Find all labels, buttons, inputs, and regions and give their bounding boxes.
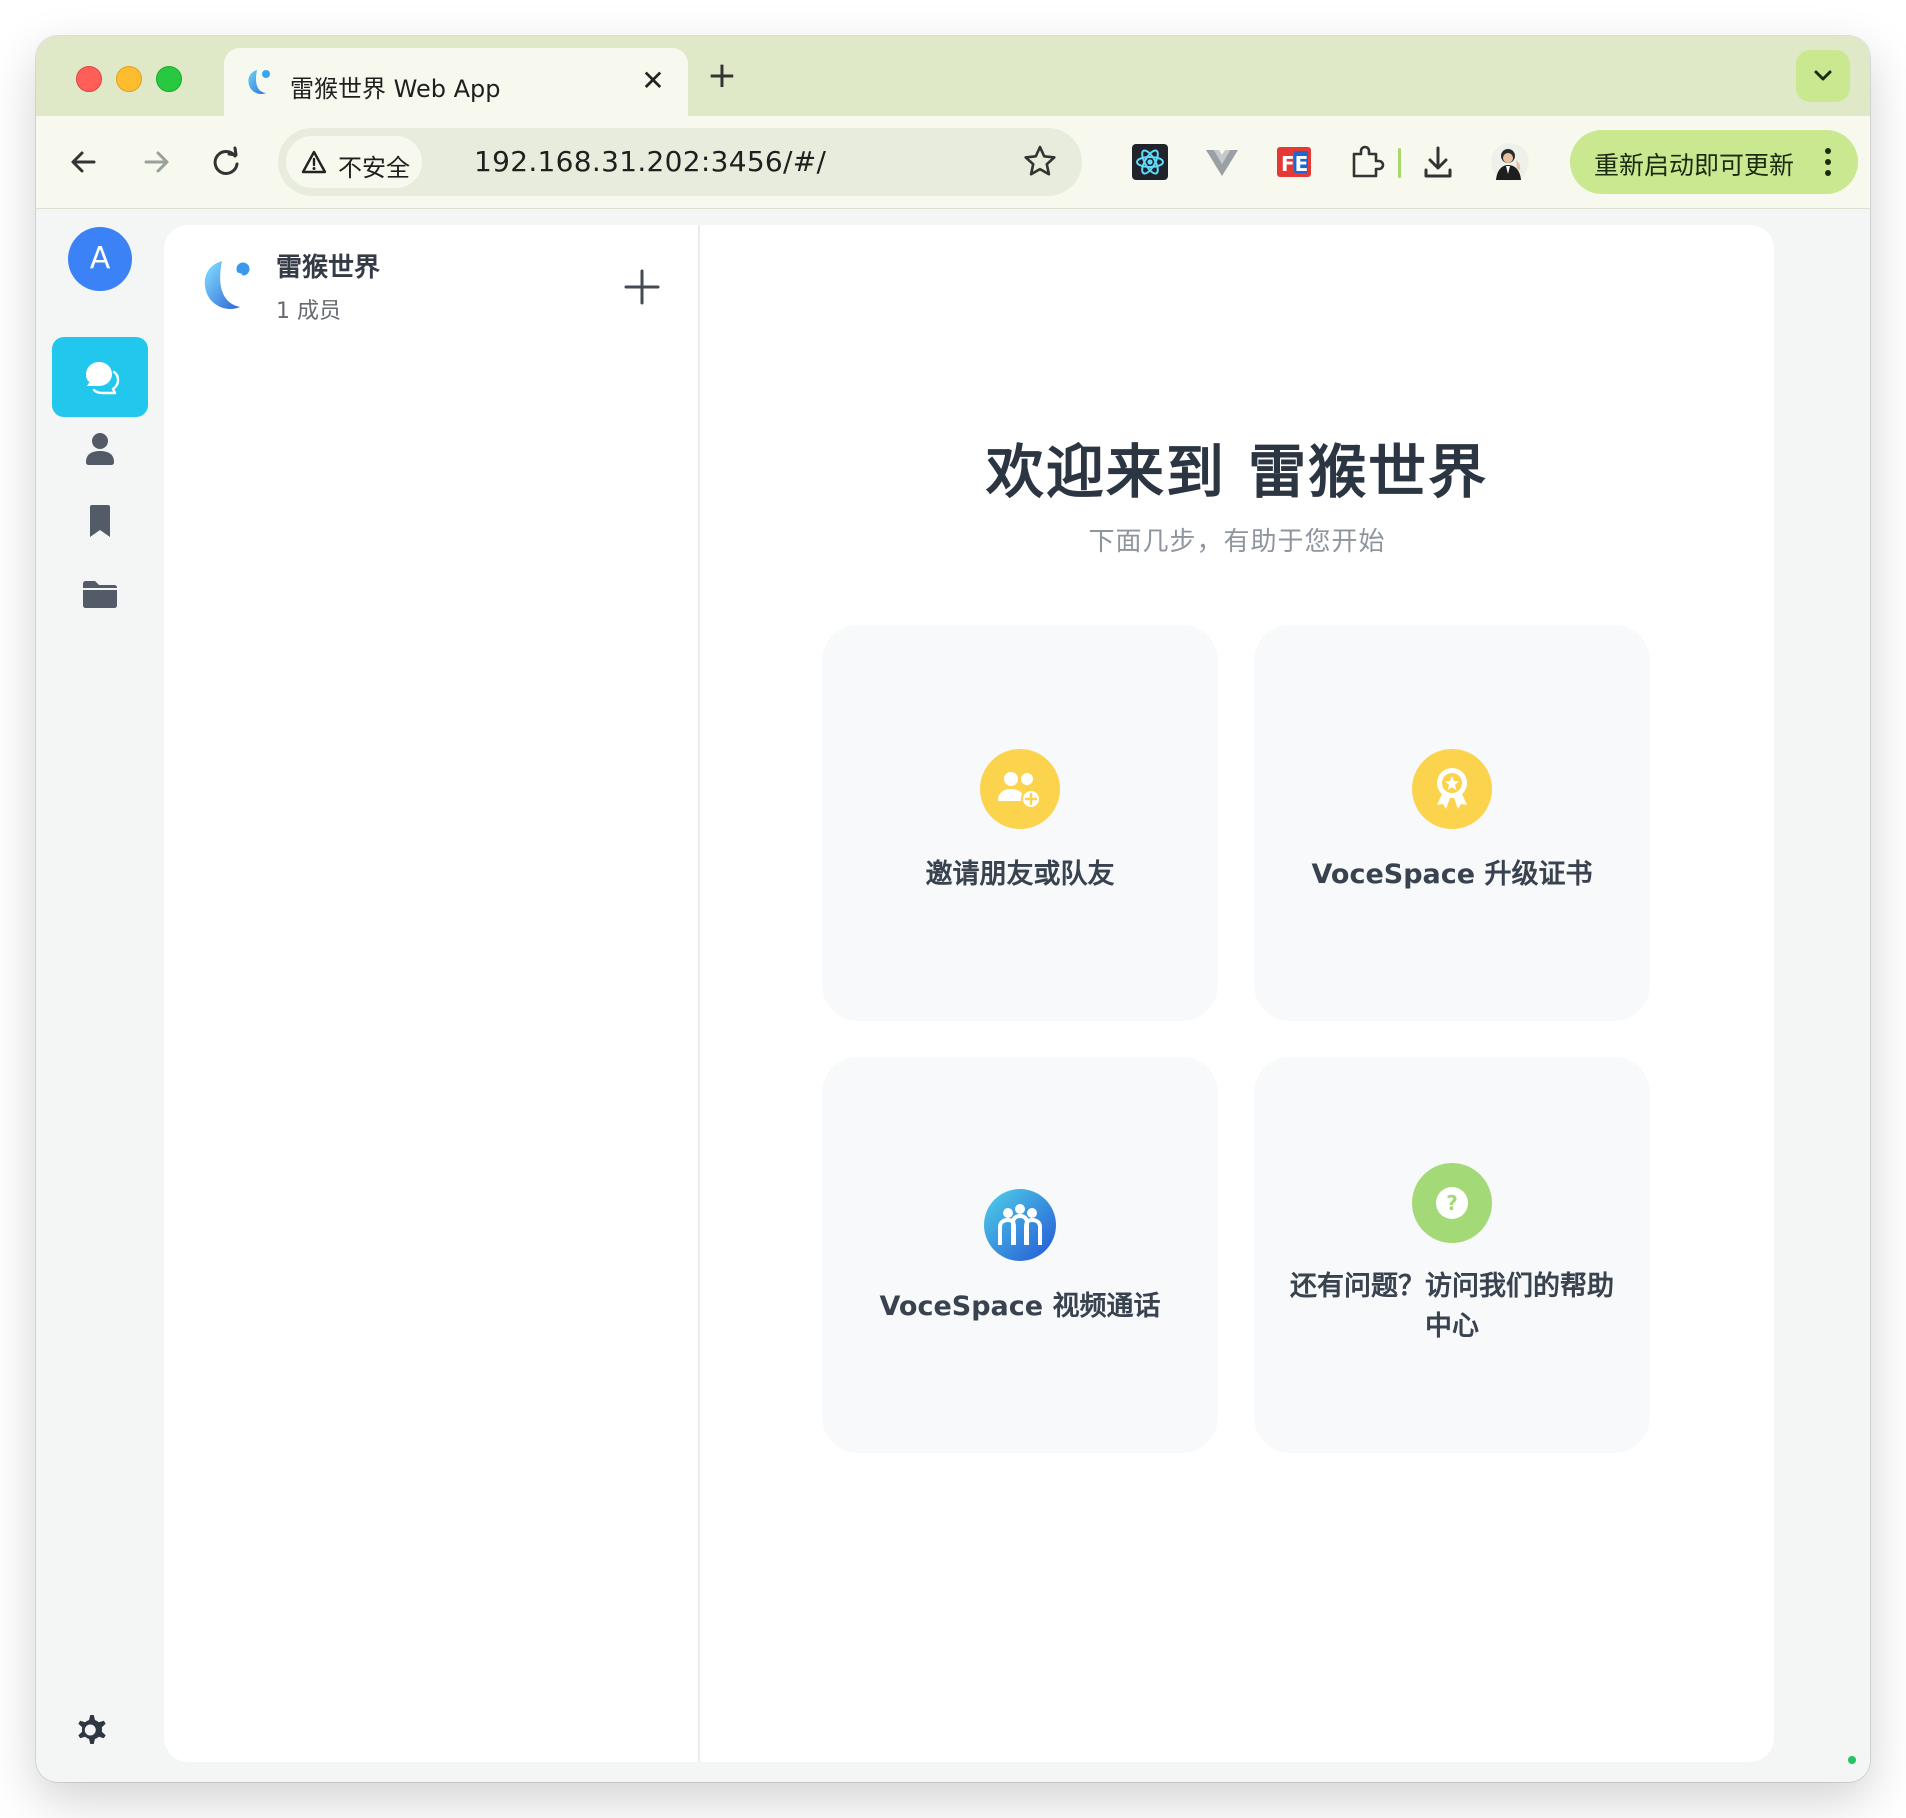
vue-devtools-icon[interactable] [1202, 142, 1242, 182]
app-area: A 雷猴世界 1 成员 欢迎来到 雷猴世界 下面几步，有助于您开始 邀请朋友或队… [36, 209, 1870, 1782]
invite-friends-icon [980, 749, 1060, 829]
relaunch-update-button[interactable]: 重新启动即可更新 [1570, 130, 1858, 194]
help-icon: ? [1412, 1163, 1492, 1243]
settings-gear-icon[interactable] [68, 1706, 116, 1754]
svg-text:?: ? [1446, 1191, 1458, 1215]
chat-icon [86, 362, 120, 395]
forward-arrow-icon[interactable] [132, 138, 180, 186]
app-logo-icon [248, 70, 270, 95]
main-panel: 雷猴世界 1 成员 欢迎来到 雷猴世界 下面几步，有助于您开始 邀请朋友或队友 … [164, 225, 1774, 1762]
folder-icon [83, 581, 117, 608]
security-chip[interactable]: 不安全 [286, 136, 422, 188]
react-devtools-icon[interactable] [1130, 142, 1170, 182]
security-label: 不安全 [338, 154, 410, 182]
welcome-pane: 欢迎来到 雷猴世界 下面几步，有助于您开始 邀请朋友或队友 VoceSpace … [700, 225, 1774, 1762]
profile-avatar-icon[interactable] [1490, 142, 1530, 182]
rail-item-contacts[interactable] [52, 409, 148, 489]
update-label: 重新启动即可更新 [1594, 151, 1795, 180]
tab-close-button[interactable]: ✕ [636, 64, 670, 98]
card-upgrade-certificate[interactable]: VoceSpace 升级证书 [1254, 625, 1650, 1021]
card-help-center[interactable]: ? 还有问题？访问我们的帮助中心 [1254, 1057, 1650, 1453]
browser-window: 雷猴世界 Web App ✕ + 不安全 192.168.31.202:3456… [36, 36, 1870, 1782]
zoom-window-button[interactable] [156, 66, 182, 92]
address-bar[interactable]: 不安全 192.168.31.202:3456/#/ [278, 128, 1082, 196]
toolbar-divider [1398, 148, 1401, 178]
reload-icon[interactable] [202, 138, 250, 186]
chevron-down-icon [1814, 70, 1832, 81]
back-arrow-icon[interactable] [60, 138, 108, 186]
tab-search-button[interactable] [1796, 50, 1850, 102]
status-indicator [1848, 1756, 1856, 1764]
bookmark-star-icon[interactable] [1020, 142, 1060, 182]
welcome-title: 欢迎来到 雷猴世界 [985, 438, 1489, 506]
video-call-icon [984, 1189, 1056, 1261]
user-avatar[interactable]: A [68, 227, 132, 291]
card-label: 还有问题？访问我们的帮助中心 [1290, 1271, 1614, 1342]
rail-item-files[interactable] [52, 553, 148, 633]
welcome-subtitle: 下面几步，有助于您开始 [1088, 527, 1386, 557]
svg-text:FE: FE [1281, 152, 1308, 176]
tab-title: 雷猴世界 Web App [290, 75, 501, 103]
add-icon[interactable] [620, 265, 664, 309]
browser-tab[interactable]: 雷猴世界 Web App ✕ [224, 48, 688, 116]
rail-item-bookmarks[interactable] [52, 481, 148, 561]
more-vertical-icon [1825, 148, 1831, 176]
tab-strip: 雷猴世界 Web App ✕ + [36, 36, 1870, 116]
card-invite-friends[interactable]: 邀请朋友或队友 [822, 625, 1218, 1021]
certificate-icon [1412, 749, 1492, 829]
minimize-window-button[interactable] [116, 66, 142, 92]
server-column: 雷猴世界 1 成员 [164, 225, 700, 1762]
fe-helper-icon[interactable]: FE [1274, 142, 1314, 182]
card-label: 邀请朋友或队友 [925, 859, 1115, 890]
server-logo-icon [204, 261, 250, 310]
server-name[interactable]: 雷猴世界 [276, 247, 380, 284]
new-tab-button[interactable]: + [702, 56, 742, 96]
browser-toolbar: 不安全 192.168.31.202:3456/#/ FE 重新启动即可更新 [36, 116, 1870, 209]
url-text[interactable]: 192.168.31.202:3456/#/ [474, 145, 826, 178]
download-icon[interactable] [1418, 142, 1458, 182]
contacts-icon [86, 433, 114, 465]
nav-rail: A [36, 209, 164, 1782]
extensions-puzzle-icon[interactable] [1346, 142, 1386, 182]
card-video-call[interactable]: VoceSpace 视频通话 [822, 1057, 1218, 1453]
rail-item-chat[interactable] [52, 337, 148, 417]
card-label: VoceSpace 视频通话 [879, 1291, 1161, 1322]
close-window-button[interactable] [76, 66, 102, 92]
bookmark-icon [90, 505, 110, 537]
card-label: VoceSpace 升级证书 [1311, 859, 1593, 890]
server-member-count: 1 成员 [276, 299, 341, 324]
warning-icon [301, 150, 327, 174]
